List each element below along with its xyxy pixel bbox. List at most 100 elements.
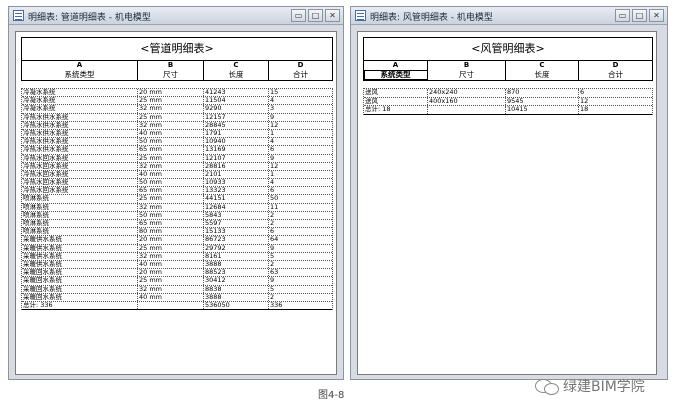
table-cell[interactable]: 冷热水回水系统 [22,162,138,170]
table-row[interactable]: 采暖供水系统 40 mm 3888 2 [22,260,332,270]
table-cell[interactable]: 400x160 [428,97,506,105]
table-cell[interactable]: 6 [269,146,332,153]
table-cell[interactable]: 9 [269,114,332,121]
table-cell[interactable]: 3888 [204,260,269,269]
schedule-view[interactable]: <风管明细表> A B C D 系统类型 尺寸 长度 合计 送风 240x240 8… [357,31,657,375]
table-cell[interactable]: 41243 [204,89,269,97]
table-cell[interactable]: 12684 [204,203,269,211]
table-cell[interactable]: 88523 [204,269,269,277]
table-cell[interactable]: 喷淋系统 [22,195,138,203]
table-cell[interactable]: 28816 [204,162,269,170]
table-cell[interactable]: 5 [269,253,332,260]
table-cell[interactable]: 9290 [204,105,269,113]
table-cell[interactable]: 20 mm [138,269,204,277]
table-cell[interactable]: 65 mm [138,220,204,228]
table-cell[interactable]: 采暖回水系统 [22,269,138,277]
table-cell[interactable]: 5843 [204,211,269,219]
table-cell[interactable]: 536050 [204,301,269,310]
table-row[interactable]: 冷热水供水系统 50 mm 10940 4 [22,138,332,147]
table-cell[interactable]: 30412 [204,277,269,285]
table-cell[interactable]: 3 [269,105,332,112]
column-letter[interactable]: D [579,61,652,70]
table-cell[interactable]: 25 mm [138,277,204,285]
table-row[interactable]: 冷凝水系统 25 mm 11504 4 [22,97,332,106]
table-cell[interactable]: 冷热水供水系统 [22,138,138,146]
table-cell[interactable]: 6 [269,228,332,235]
table-row[interactable]: 冷热水回水系统 50 mm 10933 4 [22,179,332,188]
table-cell[interactable]: 29792 [204,244,269,252]
table-row[interactable]: 采暖供水系统 32 mm 8161 5 [22,252,332,261]
column-header[interactable]: 合计 [579,70,652,80]
table-row[interactable]: 送风 400x160 9545 12 [364,97,652,106]
table-cell[interactable]: 冷热水供水系统 [22,113,138,121]
table-cell[interactable]: 25 mm [138,97,204,105]
column-header[interactable]: 尺寸 [138,70,204,80]
table-cell[interactable]: 送风 [364,89,428,97]
column-letter[interactable]: A [22,61,138,70]
column-letter[interactable]: C [204,61,269,70]
table-row[interactable]: 采暖回水系统 40 mm 3888 2 [22,293,332,302]
table-cell[interactable]: 4 [269,138,332,145]
table-cell[interactable]: 冷热水回水系统 [22,179,138,187]
table-cell[interactable]: 32 mm [138,203,204,211]
table-cell[interactable]: 送风 [364,97,428,105]
table-cell[interactable]: 9545 [506,97,579,105]
column-letter[interactable]: C [506,61,579,70]
table-cell[interactable]: 11 [269,204,332,211]
table-cell[interactable]: 870 [506,89,579,97]
table-cell[interactable]: 4 [269,179,332,186]
table-cell[interactable]: 12 [579,98,652,106]
table-cell[interactable]: 喷淋系统 [22,220,138,228]
table-row[interactable]: 冷凝水系统 32 mm 9290 3 [22,105,332,114]
table-cell[interactable]: 1 [269,171,332,178]
table-cell[interactable]: 50 mm [138,138,204,146]
table-cell[interactable]: 冷热水回水系统 [22,154,138,162]
duct-schedule-titlebar[interactable]: 明细表: 风管明细表 - 机电模型 ▭ □ ✕ [351,7,667,25]
table-cell[interactable]: 冷热水供水系统 [22,121,138,129]
table-cell[interactable]: 25 mm [138,154,204,162]
table-cell[interactable]: 6 [579,89,652,97]
table-cell[interactable]: 冷热水回水系统 [22,187,138,195]
table-cell[interactable]: 9 [269,155,332,162]
table-cell[interactable]: 冷热水供水系统 [22,146,138,154]
minimize-button[interactable]: ▭ [291,9,306,22]
table-row[interactable]: 冷热水回水系统 25 mm 12107 9 [22,154,332,163]
table-cell[interactable]: 10940 [204,138,269,146]
table-cell[interactable]: 2 [269,212,332,219]
table-cell[interactable]: 12157 [204,113,269,121]
table-cell[interactable]: 冷凝水系统 [22,89,138,97]
column-letter[interactable]: B [428,61,506,70]
table-cell[interactable]: 64 [269,236,332,243]
table-cell[interactable]: 采暖供水系统 [22,244,138,252]
table-cell[interactable]: 32 mm [138,252,204,260]
column-header[interactable]: 长度 [204,70,269,80]
table-cell[interactable]: 冷热水回水系统 [22,170,138,179]
table-row[interactable]: 采暖回水系统 32 mm 8838 5 [22,285,332,294]
table-cell[interactable]: 18 [579,106,652,114]
table-cell[interactable]: 32 mm [138,105,204,113]
table-cell[interactable]: 65 mm [138,146,204,154]
table-cell[interactable]: 80 mm [138,228,204,236]
table-cell[interactable]: 12107 [204,154,269,162]
pipe-schedule-titlebar[interactable]: 明细表: 管道明细表 - 机电模型 ▭ □ ✕ [9,7,343,25]
table-row[interactable]: 冷热水供水系统 25 mm 12157 9 [22,113,332,122]
schedule-title[interactable]: <风管明细表> [363,37,653,61]
table-cell[interactable]: 25 mm [138,195,204,203]
table-cell[interactable]: 2 [269,261,332,268]
table-cell[interactable]: 32 mm [138,121,204,129]
table-cell[interactable]: 喷淋系统 [22,211,138,219]
column-letter[interactable]: A [364,61,428,70]
column-header[interactable]: 尺寸 [428,70,506,80]
table-cell[interactable]: 采暖回水系统 [22,277,138,285]
table-cell[interactable]: 12 [269,122,332,129]
table-row[interactable]: 采暖回水系统 25 mm 30412 9 [22,277,332,286]
table-cell[interactable]: 冷热水供水系统 [22,129,138,138]
table-cell[interactable]: 40 mm [138,170,204,179]
table-cell[interactable]: 9 [269,245,332,252]
table-row[interactable]: 喷淋系统 32 mm 12684 11 [22,203,332,212]
table-cell[interactable]: 采暖供水系统 [22,260,138,269]
table-cell[interactable]: 28845 [204,121,269,129]
table-cell[interactable]: 喷淋系统 [22,228,138,236]
table-row[interactable]: 采暖供水系统 20 mm 86723 64 [22,236,332,245]
column-letter[interactable]: B [138,61,204,70]
